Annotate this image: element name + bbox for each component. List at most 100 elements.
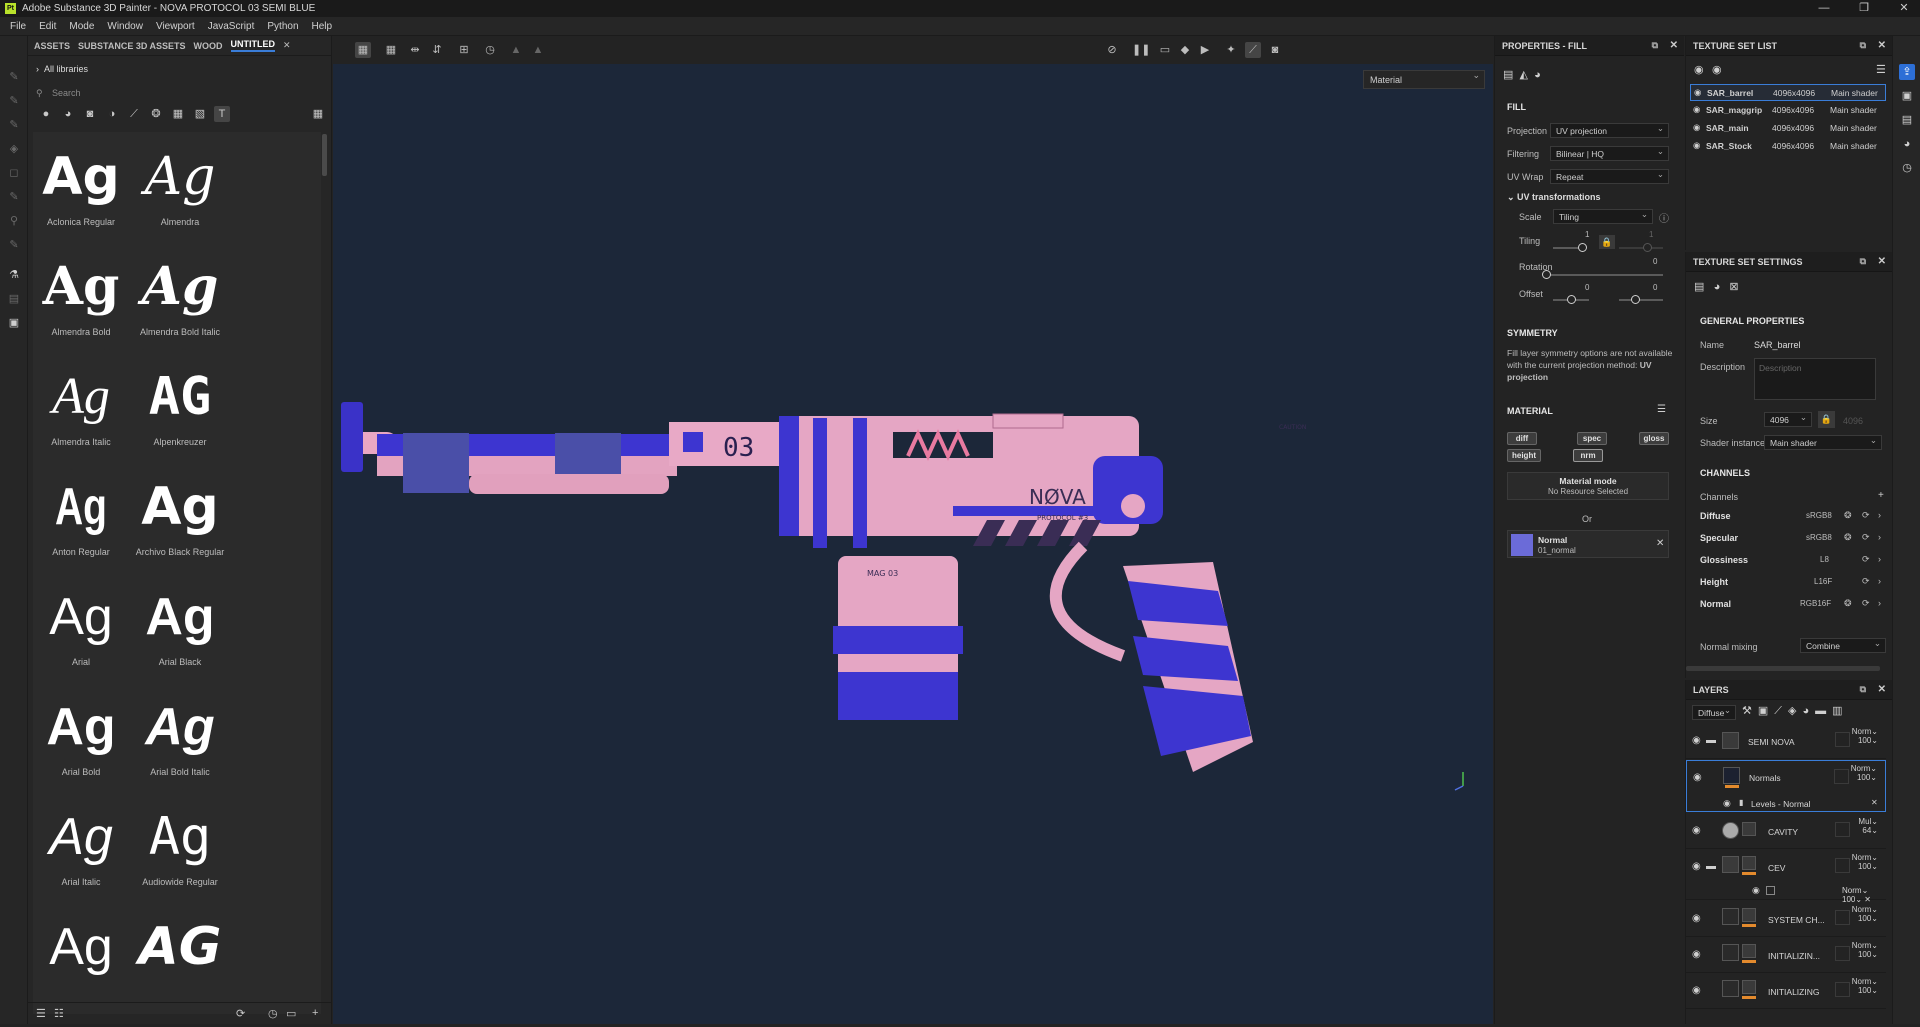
eye-icon[interactable]: ◉ [1692, 735, 1701, 746]
3d-viewport[interactable]: 03 NØVA PROTOCOL #3 MAG 03 CAUTION [333, 36, 1493, 1024]
layer-row[interactable]: ◉ INITIALIZIN... Norm⌄ 100⌄ [1686, 938, 1886, 973]
add-channel-icon[interactable]: + [1878, 490, 1884, 501]
disable-icon[interactable]: ⊘ [1104, 42, 1120, 58]
chevron-right-icon[interactable]: › [1878, 576, 1881, 586]
layer-row[interactable]: ◉ SYSTEM CH... Norm⌄ 100⌄ [1686, 902, 1886, 937]
font-thumbnail[interactable]: Ag Aclonica Regular [33, 142, 129, 246]
layer-row[interactable]: ◉ ▬ CEV Norm⌄ 100⌄ ◉ Norm⌄ 100⌄ ✕ [1686, 850, 1886, 904]
menu-window[interactable]: Window [107, 21, 143, 32]
symmetry-icon[interactable]: ⇹ [407, 42, 423, 58]
layer-row[interactable]: ◉ INITIALIZING Norm⌄ 100⌄ [1686, 974, 1886, 1009]
description-field[interactable]: Description [1754, 358, 1876, 400]
channel-refresh-icon[interactable]: ⟳ [1862, 510, 1870, 521]
channel-row[interactable]: Specular sRGB8 ❂ ⟳ › [1700, 532, 1890, 551]
tiling-v-handle[interactable] [1643, 243, 1652, 252]
channel-color-icon[interactable]: ❂ [1844, 532, 1852, 543]
menu-python[interactable]: Python [267, 21, 298, 32]
menu-mode[interactable]: Mode [69, 21, 94, 32]
eye-icon[interactable]: ◉ [1694, 87, 1701, 98]
projection-icon[interactable]: ✎ [7, 118, 21, 132]
remove-effect-icon[interactable]: ✕ [1871, 798, 1878, 807]
font-thumbnail[interactable]: Ag Almendra [132, 142, 228, 246]
close-panel-icon[interactable]: ✕ [1670, 40, 1678, 51]
refresh-icon[interactable]: ⟳ [236, 1007, 245, 1020]
close-panel-icon[interactable]: ✕ [1878, 684, 1886, 695]
camera-icon[interactable]: ▶ [1197, 42, 1213, 58]
settings-uv-icon[interactable]: ⊠ [1729, 281, 1738, 293]
eye-icon[interactable]: ◉ [1692, 825, 1701, 836]
layer-blend[interactable]: Norm⌄ 100⌄ [1852, 853, 1878, 871]
channel-chip-spec[interactable]: spec [1577, 432, 1607, 445]
eye-icon[interactable]: ◉ [1752, 885, 1760, 896]
channel-row[interactable]: Diffuse sRGB8 ❂ ⟳ › [1700, 510, 1890, 529]
channel-row[interactable]: Glossiness L8 ⟳ › [1700, 554, 1890, 573]
warning-alt-icon[interactable]: ▲ [530, 42, 546, 58]
add-icon[interactable]: + [312, 1007, 318, 1019]
eraser-icon[interactable]: ✎ [7, 94, 21, 108]
font-thumbnail[interactable]: Ag Almendra Bold Italic [132, 252, 228, 356]
font-thumbnail[interactable]: Ag Arial Black [132, 582, 228, 686]
layer-blend[interactable]: Norm⌄ 100⌄ [1851, 764, 1877, 782]
pause-icon[interactable]: ❚❚ [1132, 42, 1150, 58]
settings-general-icon[interactable]: ▤ [1694, 281, 1704, 293]
delete-layer-icon[interactable]: ▥ [1832, 705, 1848, 717]
font-thumbnail[interactable]: Ag Arial Italic [33, 802, 129, 906]
add-mask-icon[interactable]: ▣ [1758, 705, 1774, 717]
font-thumbnail[interactable]: Ag Audiowide Regular [132, 802, 228, 906]
eye-icon[interactable]: ◉ [1693, 122, 1700, 133]
tab-untitled[interactable]: UNTITLED [230, 39, 276, 52]
eye-icon[interactable]: ◉ [1692, 861, 1701, 872]
offset-v-handle[interactable] [1631, 295, 1640, 304]
layer-row[interactable]: ◉ CAVITY Mul⌄ 64⌄ [1686, 814, 1886, 849]
remove-resource-icon[interactable]: ✕ [1656, 538, 1664, 549]
layer-blend[interactable]: Mul⌄ 64⌄ [1858, 817, 1878, 835]
tiling-u-handle[interactable] [1578, 243, 1587, 252]
eye-icon[interactable]: ◉ [1693, 140, 1700, 151]
font-thumbnail[interactable]: Ag [33, 912, 129, 1016]
menu-file[interactable]: File [10, 21, 26, 32]
history-panel-icon[interactable]: ◷ [1899, 160, 1915, 176]
filter-generators-icon[interactable]: ◑ [104, 106, 120, 122]
font-thumbnail[interactable]: Ag Almendra Italic [33, 362, 129, 466]
scale-select[interactable]: Tiling [1553, 209, 1653, 224]
layer-blend[interactable]: Norm⌄ 100⌄ [1852, 905, 1878, 923]
texture-set-row[interactable]: ◉ SAR_maggrip 4096x4096 Main shader [1690, 102, 1886, 119]
menu-edit[interactable]: Edit [39, 21, 56, 32]
filtering-select[interactable]: Bilinear | HQ [1550, 146, 1669, 161]
channel-refresh-icon[interactable]: ⟳ [1862, 554, 1870, 565]
add-effect-icon[interactable]: ⚒ [1742, 705, 1758, 717]
export-icon[interactable]: ▣ [7, 316, 21, 330]
info-icon[interactable]: ⓘ [1659, 210, 1669, 225]
close-panel-icon[interactable]: ✕ [1878, 256, 1886, 267]
fill-material-icon[interactable]: ◕ [1534, 69, 1541, 81]
geometry-decal-icon[interactable]: ◈ [7, 142, 21, 156]
folder-icon[interactable]: ▭ [286, 1007, 296, 1020]
channel-chip-nrm[interactable]: nrm [1573, 449, 1603, 462]
clone-icon[interactable]: ⚲ [7, 214, 21, 228]
material-menu-icon[interactable]: ☰ [1657, 404, 1666, 415]
chevron-right-icon[interactable]: › [1878, 532, 1881, 542]
checkbox-icon[interactable] [1766, 886, 1775, 895]
tab-assets[interactable]: ASSETS [34, 41, 70, 51]
color-picker-icon[interactable]: ✎ [7, 238, 21, 252]
search-input[interactable]: ⚲ Search [34, 85, 324, 101]
channel-color-icon[interactable]: ❂ [1844, 510, 1852, 521]
close-tab-icon[interactable]: ✕ [283, 40, 291, 51]
float-panel-icon[interactable]: ⧉ [1860, 40, 1866, 51]
add-fill-layer-icon[interactable]: ◈ [1788, 705, 1802, 717]
font-thumbnail[interactable]: Ag Arial [33, 582, 129, 686]
channel-chip-gloss[interactable]: gloss [1639, 432, 1669, 445]
history-icon[interactable]: ◷ [482, 42, 498, 58]
rotation-handle[interactable] [1542, 270, 1551, 279]
font-thumbnail[interactable]: Ag Arial Bold Italic [132, 692, 228, 796]
filter-textures-icon[interactable]: ▦ [170, 106, 186, 122]
texture-set-row[interactable]: ◉ SAR_Stock 4096x4096 Main shader [1690, 138, 1886, 155]
menu-help[interactable]: Help [312, 21, 333, 32]
fill-settings-icon[interactable]: ▤ [1503, 69, 1513, 81]
close-panel-icon[interactable]: ✕ [1878, 40, 1886, 51]
offset-u-handle[interactable] [1567, 295, 1576, 304]
shader-instance-select[interactable]: Main shader [1764, 435, 1882, 450]
grid-options-icon[interactable]: ▦ [383, 42, 399, 58]
smudge-icon[interactable]: ✎ [7, 190, 21, 204]
add-smart-material-icon[interactable]: ◕ [1802, 705, 1815, 717]
